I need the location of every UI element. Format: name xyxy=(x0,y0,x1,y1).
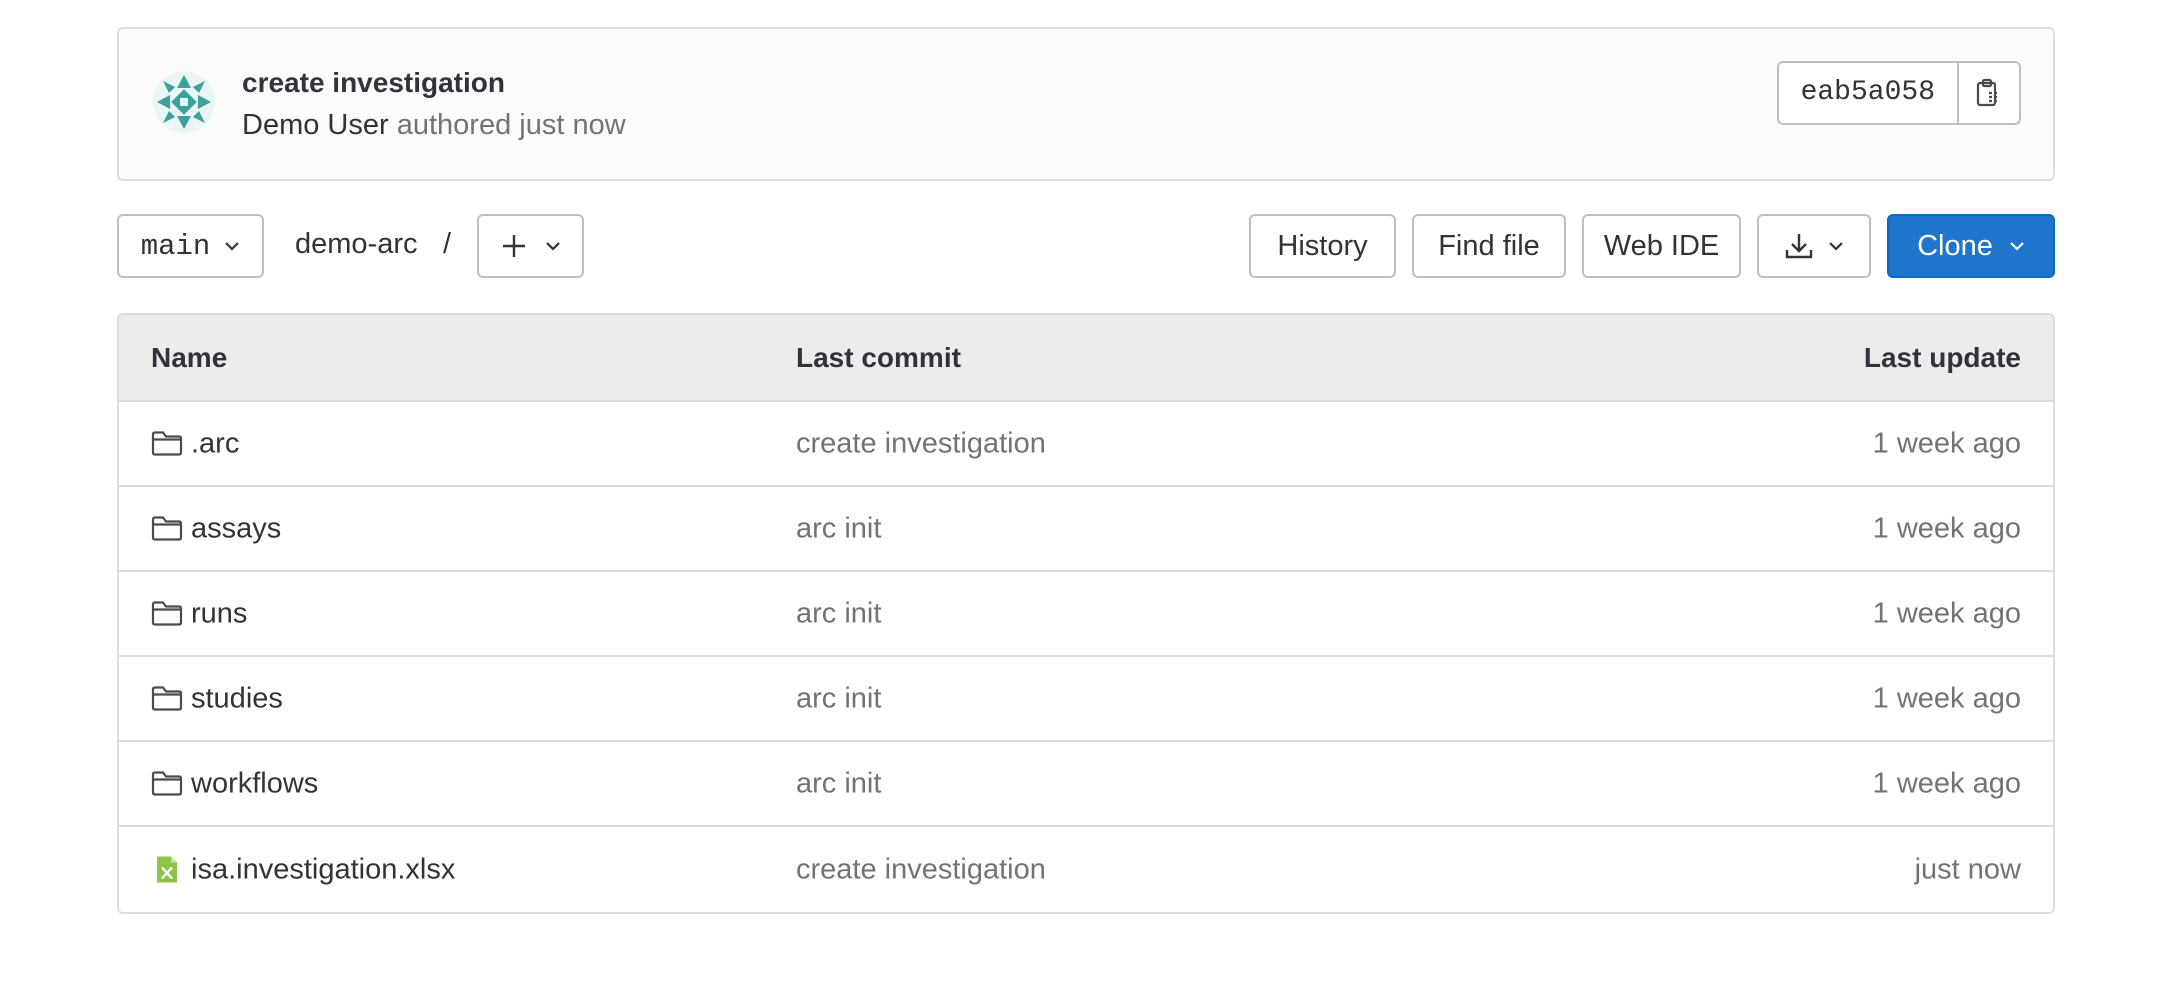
file-name[interactable]: workflows xyxy=(191,767,318,800)
commit-meta: Demo User authored just now xyxy=(242,109,626,142)
file-name[interactable]: runs xyxy=(191,597,247,630)
chevron-down-icon xyxy=(225,242,240,251)
file-name[interactable]: .arc xyxy=(191,427,239,460)
chevron-down-icon xyxy=(2010,242,2024,251)
file-name-cell[interactable]: studies xyxy=(151,682,283,715)
file-last-commit[interactable]: arc init xyxy=(796,597,881,630)
clone-label: Clone xyxy=(1917,229,1993,262)
copy-sha-button[interactable] xyxy=(1959,63,2019,123)
breadcrumb-separator: / xyxy=(443,228,452,260)
commit-sha[interactable]: eab5a058 xyxy=(1779,63,1959,123)
plus-icon xyxy=(502,235,525,257)
folder-icon xyxy=(151,601,183,626)
file-last-update: 1 week ago xyxy=(1872,427,2021,459)
file-last-update: just now xyxy=(1914,853,2021,885)
repo-toolbar: main demo-arc / History Find file Web ID… xyxy=(117,214,2055,280)
download-button[interactable] xyxy=(1757,214,1871,278)
avatar[interactable] xyxy=(153,71,215,133)
file-name[interactable]: studies xyxy=(191,682,283,715)
breadcrumb-repo[interactable]: demo-arc xyxy=(295,228,418,261)
file-last-commit[interactable]: arc init xyxy=(796,512,881,545)
table-header: Name Last commit Last update xyxy=(119,315,2053,402)
last-commit-panel: create investigation Demo User authored … xyxy=(117,27,2055,181)
add-dropdown-button[interactable] xyxy=(477,214,584,278)
web-ide-button[interactable]: Web IDE xyxy=(1582,214,1741,278)
table-row[interactable]: workflows arc init 1 week ago xyxy=(119,742,2053,827)
find-file-button[interactable]: Find file xyxy=(1412,214,1566,278)
commit-sha-group: eab5a058 xyxy=(1776,61,2021,125)
file-last-update: 1 week ago xyxy=(1872,512,2021,544)
table-row[interactable]: runs arc init 1 week ago xyxy=(119,572,2053,657)
file-name-cell[interactable]: .arc xyxy=(151,427,239,460)
folder-icon xyxy=(151,686,183,711)
file-name-cell[interactable]: workflows xyxy=(151,767,318,800)
table-row[interactable]: .arc create investigation 1 week ago xyxy=(119,402,2053,487)
file-name-cell[interactable]: isa.investigation.xlsx xyxy=(151,853,455,886)
chevron-down-icon xyxy=(545,242,560,251)
file-last-commit[interactable]: arc init xyxy=(796,682,881,715)
file-last-commit[interactable]: arc init xyxy=(796,767,881,800)
chevron-down-icon xyxy=(1829,242,1843,251)
file-last-update: 1 week ago xyxy=(1872,767,2021,799)
file-name-cell[interactable]: assays xyxy=(151,512,281,545)
download-icon xyxy=(1785,234,1813,259)
commit-author[interactable]: Demo User xyxy=(242,109,389,141)
spreadsheet-file-icon xyxy=(157,856,177,883)
history-button[interactable]: History xyxy=(1249,214,1396,278)
file-name[interactable]: isa.investigation.xlsx xyxy=(191,853,455,886)
file-name-cell[interactable]: runs xyxy=(151,597,247,630)
clone-button[interactable]: Clone xyxy=(1887,214,2055,278)
folder-icon xyxy=(151,431,183,456)
folder-icon xyxy=(151,771,183,796)
file-last-commit[interactable]: create investigation xyxy=(796,427,1046,460)
file-last-update: 1 week ago xyxy=(1872,597,2021,629)
table-row[interactable]: studies arc init 1 week ago xyxy=(119,657,2053,742)
commit-authored-time: authored just now xyxy=(396,109,626,141)
branch-selector[interactable]: main xyxy=(117,214,264,278)
commit-title[interactable]: create investigation xyxy=(242,67,505,99)
file-last-update: 1 week ago xyxy=(1872,682,2021,714)
header-last-update: Last update xyxy=(1863,341,2021,373)
file-name[interactable]: assays xyxy=(191,512,281,545)
file-table: Name Last commit Last update .arc create… xyxy=(117,313,2055,914)
header-name: Name xyxy=(151,341,228,373)
clipboard-icon xyxy=(1976,78,1999,107)
table-row[interactable]: isa.investigation.xlsx create investigat… xyxy=(119,827,2053,912)
table-row[interactable]: assays arc init 1 week ago xyxy=(119,487,2053,572)
file-last-commit[interactable]: create investigation xyxy=(796,853,1046,886)
branch-name: main xyxy=(140,229,211,263)
header-last-commit: Last commit xyxy=(796,341,961,373)
folder-icon xyxy=(151,516,183,541)
